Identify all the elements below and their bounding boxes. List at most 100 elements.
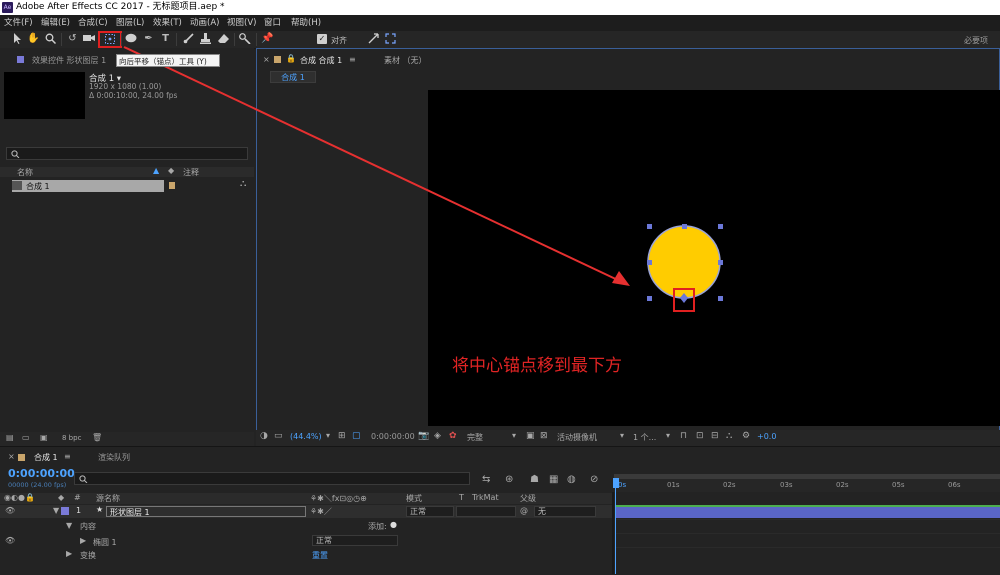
layer-switches-icon[interactable]: ⚘✱＼fx⊡◎◷⊕ <box>310 493 367 504</box>
show-snapshot-icon[interactable]: ◈ <box>434 431 441 441</box>
new-folder-icon[interactable]: ▭ <box>22 433 30 442</box>
menu-file[interactable]: 文件(F) <box>4 17 33 29</box>
pixel-aspect-icon[interactable]: ⊓ <box>680 431 687 441</box>
menu-edit[interactable]: 编辑(E) <box>41 17 70 29</box>
camera-tool-icon[interactable] <box>82 32 95 46</box>
col-comment-header[interactable]: 注释 <box>183 167 199 178</box>
col-mode-header[interactable]: 模式 <box>406 493 422 504</box>
timeline-timecode[interactable]: 0:00:00:00 <box>8 467 75 480</box>
trash-icon[interactable]: 🗑 <box>92 433 102 442</box>
chevron-down-icon[interactable]: ▼ <box>53 506 59 515</box>
transparency-grid-icon[interactable]: ⊠ <box>540 431 548 441</box>
comp-breadcrumb-chip[interactable]: 合成 1 <box>270 71 316 83</box>
layer-mode-dropdown[interactable]: 正常 <box>406 506 454 517</box>
flowchart-icon[interactable]: ⛬ <box>726 431 732 441</box>
timeline-divider[interactable] <box>612 492 614 574</box>
shy-layers-icon[interactable]: ☗ <box>530 474 539 485</box>
hand-tool-icon[interactable]: ✋ <box>27 32 40 46</box>
chevron-right-icon[interactable]: ▶ <box>66 549 72 558</box>
zoom-level[interactable]: (44.4%) <box>290 432 322 441</box>
label-tag-icon[interactable]: ◆ <box>168 166 174 175</box>
chevron-down-icon[interactable]: ▼ <box>66 521 72 530</box>
selection-tool-icon[interactable] <box>10 32 23 46</box>
mask-icon[interactable]: ▢ <box>352 431 361 441</box>
chevron-down-icon[interactable]: ▾ <box>666 431 670 440</box>
frame-blending-icon[interactable]: ▦ <box>549 474 558 485</box>
effects-control-tab[interactable]: 效果控件 形状图层 1 <box>32 55 106 66</box>
snap-expand-icon[interactable] <box>384 32 397 46</box>
snapshot-camera-icon[interactable]: 📷 <box>418 431 429 441</box>
monitor-icon[interactable]: ▭ <box>274 431 283 441</box>
menu-layer[interactable]: 图层(L) <box>116 17 144 29</box>
footage-tab[interactable]: 素材 （无） <box>384 55 427 66</box>
parent-dropdown[interactable]: 无 <box>534 506 596 517</box>
graph-editor-icon[interactable]: ⊘ <box>590 474 598 485</box>
trkmat-dropdown[interactable] <box>456 506 516 517</box>
col-source-header[interactable]: 源名称 <box>96 493 120 504</box>
menu-animation[interactable]: 动画(A) <box>190 17 219 29</box>
eye-icon[interactable]: 👁 <box>5 536 15 545</box>
viewer-tab-menu-icon[interactable]: ≡ <box>349 55 356 64</box>
new-comp-icon[interactable]: ▣ <box>40 433 48 442</box>
viewer-comp-tab[interactable]: 合成 合成 1 <box>300 55 342 66</box>
color-channels-icon[interactable]: ✿ <box>449 431 457 441</box>
region-of-interest-icon[interactable]: ▣ <box>526 431 535 441</box>
reset-link[interactable]: 重置 <box>312 550 328 561</box>
flowchart-icon[interactable]: ⛬ <box>240 179 246 189</box>
project-item-row[interactable]: 合成 1 <box>12 180 164 192</box>
col-parent-header[interactable]: 父级 <box>520 493 536 504</box>
lock-icon[interactable]: 🔒 <box>286 54 296 63</box>
interpret-footage-icon[interactable]: ▤ <box>6 433 14 442</box>
ellipse-tool-icon[interactable] <box>124 32 137 46</box>
eraser-tool-icon[interactable] <box>217 32 230 46</box>
type-tool-icon[interactable]: T <box>159 32 172 46</box>
timeline-icon[interactable]: ⊟ <box>711 431 719 441</box>
ellipse-mode-dropdown[interactable]: 正常 <box>312 535 398 546</box>
snap-edge-icon[interactable] <box>367 32 380 46</box>
viewer-timecode[interactable]: 0:00:00:00 <box>371 432 415 441</box>
col-trkmat-header[interactable]: TrkMat <box>472 493 499 502</box>
eye-icon[interactable]: 👁 <box>5 506 15 515</box>
label-tag-icon[interactable]: ◆ <box>58 493 64 502</box>
sort-up-icon[interactable]: ▲ <box>153 166 159 175</box>
menu-view[interactable]: 视图(V) <box>227 17 256 29</box>
playhead-handle[interactable] <box>613 478 619 488</box>
col-name-header[interactable]: 名称 <box>17 167 33 178</box>
layer-name-field[interactable]: 形状图层 1 <box>106 506 306 517</box>
pen-tool-icon[interactable]: ✒ <box>142 32 155 46</box>
timeline-tab-menu-icon[interactable]: ≡ <box>64 452 71 461</box>
menu-composition[interactable]: 合成(C) <box>78 17 108 29</box>
comp-mini-flowchart-icon[interactable]: ⇆ <box>482 474 490 485</box>
reset-exposure-icon[interactable]: ⚙ <box>742 431 750 441</box>
view-layout-dropdown[interactable]: 1 个... <box>633 432 656 443</box>
timeline-close-icon[interactable]: × <box>8 452 15 461</box>
menu-effect[interactable]: 效果(T) <box>153 17 182 29</box>
always-preview-icon[interactable]: ◑ <box>260 431 268 441</box>
render-queue-tab[interactable]: 渲染队列 <box>98 452 130 463</box>
timeline-comp-tab[interactable]: 合成 1 <box>34 452 58 463</box>
draft-3d-icon[interactable]: ⊛ <box>505 474 513 485</box>
zoom-tool-icon[interactable] <box>44 32 57 46</box>
fast-preview-icon[interactable]: ⊡ <box>696 431 704 441</box>
roto-brush-tool-icon[interactable] <box>238 32 251 46</box>
add-circle-icon[interactable]: ● <box>390 520 397 529</box>
work-area-bar[interactable] <box>614 474 1000 479</box>
exposure-value[interactable]: +0.0 <box>757 432 776 441</box>
layer-row[interactable]: 👁 ▼ 1 ★ 形状图层 1 ⚘✱／ 正常 @ 无 <box>0 505 612 518</box>
resolution-dropdown[interactable]: 完整 <box>467 432 483 443</box>
clone-stamp-tool-icon[interactable] <box>199 32 212 46</box>
layer-duration-bar[interactable] <box>616 507 1000 518</box>
chevron-down-icon[interactable]: ▾ <box>512 431 516 440</box>
chevron-down-icon[interactable]: ▾ <box>326 431 330 440</box>
safe-area-icon[interactable]: ⊞ <box>338 431 346 441</box>
viewer-close-icon[interactable]: × <box>263 55 270 64</box>
project-search-input[interactable] <box>6 147 248 160</box>
av-switches-icon[interactable]: ◉◐●🔒 <box>4 493 35 502</box>
chevron-right-icon[interactable]: ▶ <box>80 536 86 545</box>
chevron-down-icon[interactable]: ▾ <box>620 431 624 440</box>
workspace-label[interactable]: 必要项 <box>964 35 988 46</box>
timeline-search-input[interactable] <box>74 472 470 485</box>
snap-checkbox[interactable]: ✓ <box>317 34 327 44</box>
motion-blur-icon[interactable]: ◍ <box>567 474 576 485</box>
rotation-tool-icon[interactable]: ↺ <box>66 32 79 46</box>
